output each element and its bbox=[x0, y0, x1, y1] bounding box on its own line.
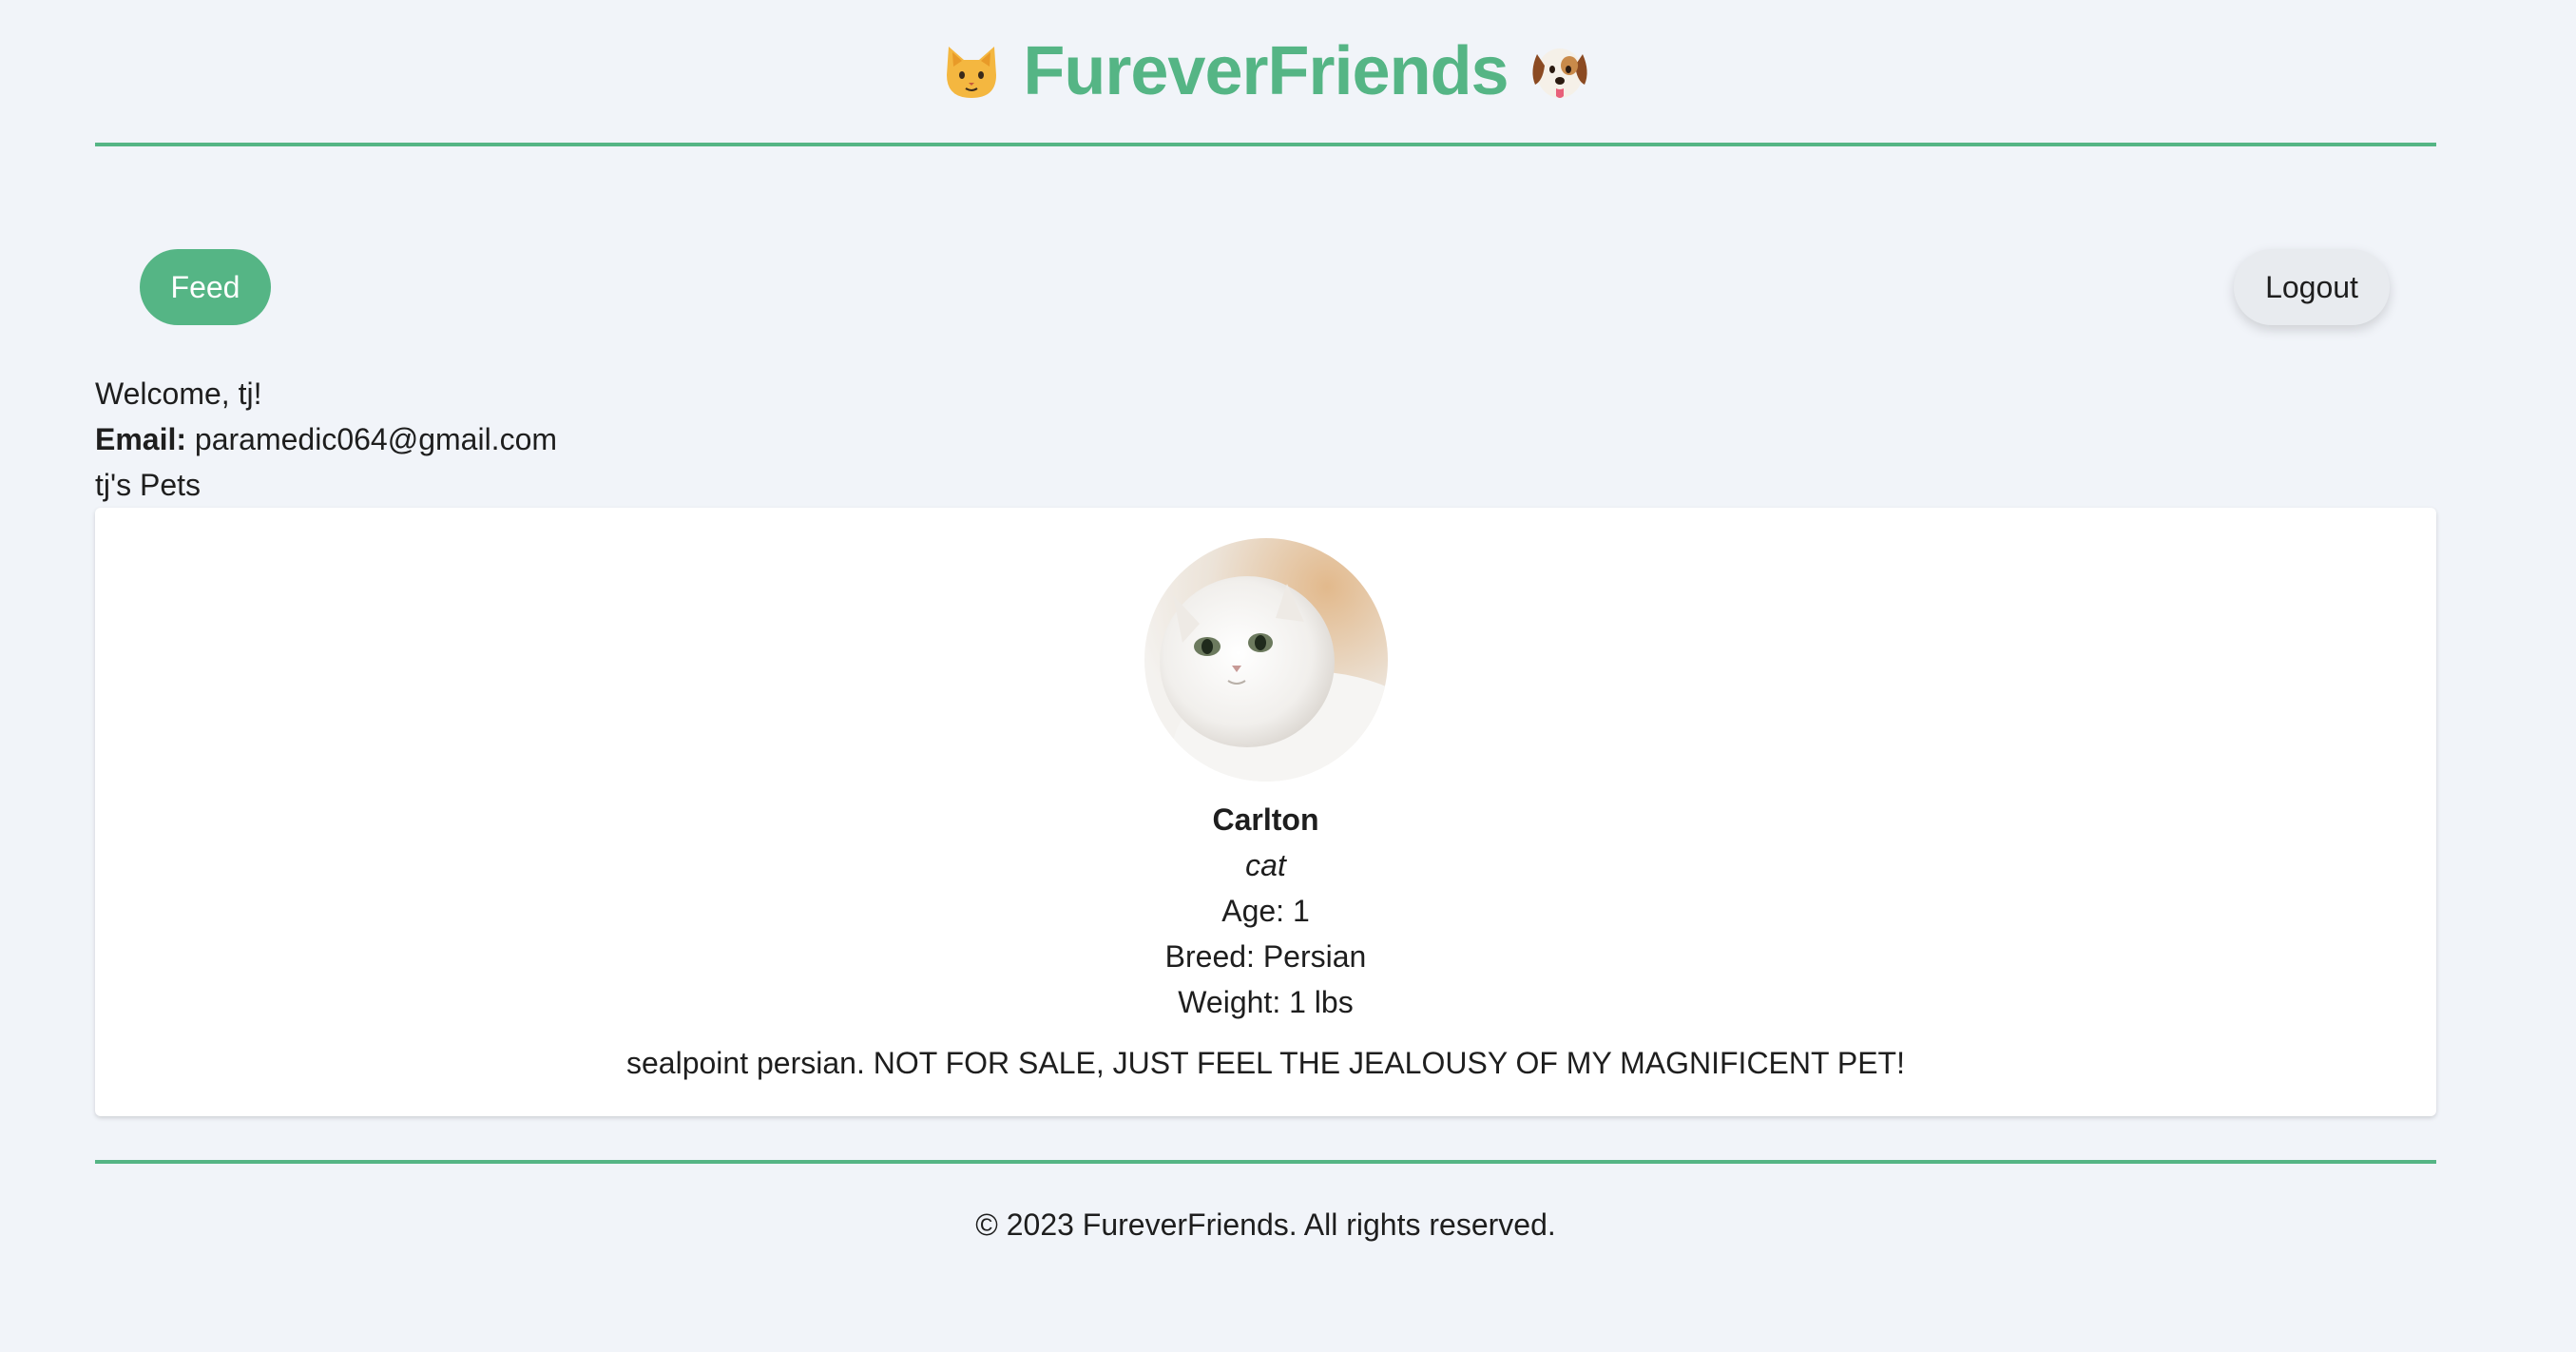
user-info: Welcome, tj! Email: paramedic064@gmail.c… bbox=[95, 371, 557, 508]
cat-face-icon bbox=[937, 37, 1006, 106]
site-title: FureverFriends bbox=[1023, 33, 1509, 109]
dog-face-icon bbox=[1526, 37, 1594, 106]
site-footer: © 2023 FureverFriends. All rights reserv… bbox=[95, 1160, 2436, 1247]
pets-heading: tj's Pets bbox=[95, 468, 202, 502]
pet-photo bbox=[1144, 538, 1388, 782]
email-label: Email: bbox=[95, 422, 187, 456]
feed-button[interactable]: Feed bbox=[140, 249, 271, 325]
email-value: paramedic064@gmail.com bbox=[194, 422, 558, 456]
welcome-message: Welcome, tj! bbox=[95, 377, 262, 411]
email-row: Email: paramedic064@gmail.com bbox=[95, 416, 557, 462]
copyright-text: © 2023 FureverFriends. All rights reserv… bbox=[975, 1207, 1556, 1242]
pet-details: Carlton cat Age: 1 Breed: Persian Weight… bbox=[95, 797, 2436, 1086]
pet-weight: Weight: 1 lbs bbox=[1178, 985, 1354, 1019]
pet-name: Carlton bbox=[1212, 802, 1319, 837]
pet-breed: Breed: Persian bbox=[1164, 939, 1367, 974]
pet-description: sealpoint persian. NOT FOR SALE, JUST FE… bbox=[626, 1046, 1905, 1080]
site-header: FureverFriends bbox=[95, 0, 2436, 146]
pet-card: Carlton cat Age: 1 Breed: Persian Weight… bbox=[95, 508, 2436, 1116]
pet-age: Age: 1 bbox=[1221, 894, 1310, 928]
logout-button[interactable]: Logout bbox=[2234, 249, 2390, 325]
pet-species: cat bbox=[1245, 848, 1286, 882]
